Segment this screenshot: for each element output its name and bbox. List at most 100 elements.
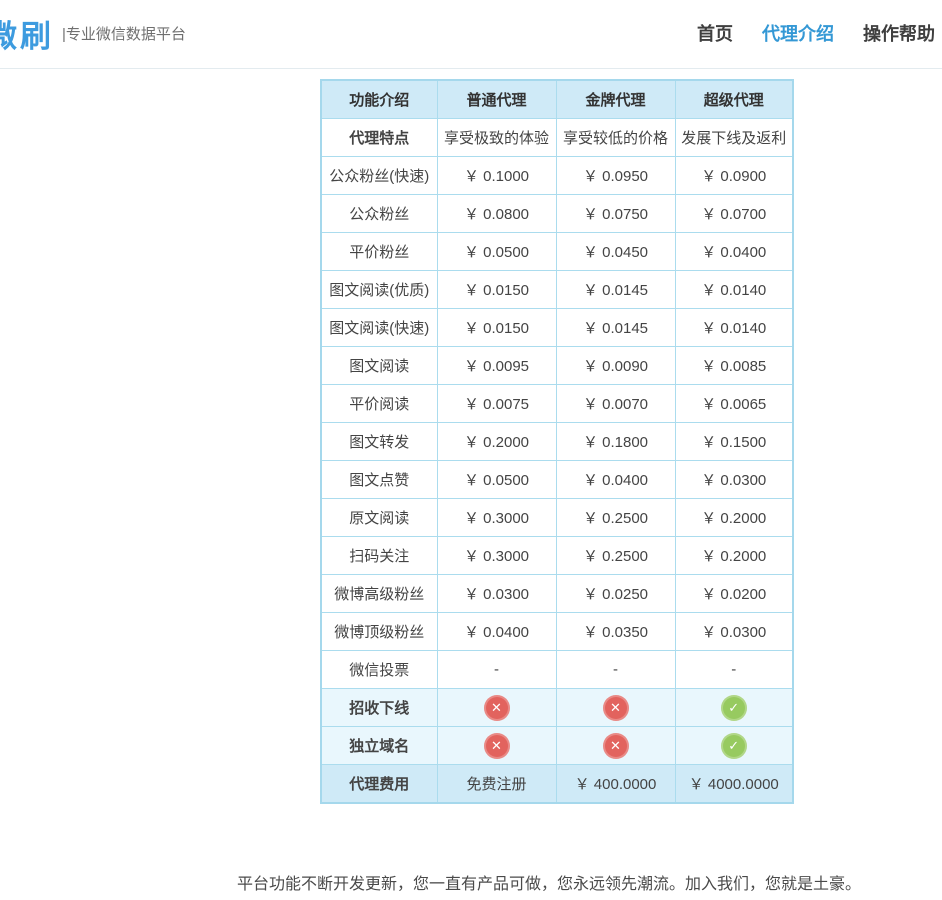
price-cell: ￥ 0.1500 [675, 423, 793, 461]
row-label-link[interactable]: 平价粉丝 [321, 233, 437, 271]
price-cell: - [437, 651, 556, 689]
footer-note: 平台功能不断开发更新，您一直有产品可做，您永远领先潮流。加入我们，您就是土豪。 [237, 870, 861, 894]
price-cell: ￥ 0.1000 [437, 157, 556, 195]
price-cell: ￥ 0.0090 [556, 347, 675, 385]
feature-cell: 享受极致的体验 [437, 119, 556, 157]
check-icon: ✓ [721, 695, 747, 721]
row-label-link[interactable]: 微博顶级粉丝 [321, 613, 437, 651]
feature-cell: 发展下线及返利 [675, 119, 793, 157]
status-cell: ✕ [556, 689, 675, 727]
column-header-normal-agent: 普通代理 [437, 80, 556, 119]
cross-icon: ✕ [484, 733, 510, 759]
price-cell: ￥ 0.0400 [437, 613, 556, 651]
price-cell: ￥ 0.0065 [675, 385, 793, 423]
price-cell: ￥ 0.0350 [556, 613, 675, 651]
row-label: 独立域名 [321, 727, 437, 765]
cross-icon: ✕ [484, 695, 510, 721]
status-cell: ✕ [556, 727, 675, 765]
row-label-link[interactable]: 公众粉丝(快速) [321, 157, 437, 195]
price-cell: ￥ 0.3000 [437, 537, 556, 575]
price-cell: ￥ 0.2000 [437, 423, 556, 461]
row-label-link[interactable]: 扫码关注 [321, 537, 437, 575]
price-cell: ￥ 0.2000 [675, 537, 793, 575]
table-row: 图文阅读(快速)￥ 0.0150￥ 0.0145￥ 0.0140 [321, 309, 793, 347]
check-icon: ✓ [721, 733, 747, 759]
nav-item-home[interactable]: 首页 [697, 20, 733, 46]
site-tagline: |专业微信数据平台 [62, 23, 186, 44]
column-header-gold-agent: 金牌代理 [556, 80, 675, 119]
table-row-agent-features: 代理特点享受极致的体验享受较低的价格发展下线及返利 [321, 119, 793, 157]
price-cell: ￥ 0.0400 [675, 233, 793, 271]
price-cell: ￥ 0.0200 [675, 575, 793, 613]
cross-icon: ✕ [603, 733, 629, 759]
price-cell: ￥ 0.0140 [675, 271, 793, 309]
price-cell: ￥ 0.0400 [556, 461, 675, 499]
table-row: 公众粉丝(快速)￥ 0.1000￥ 0.0950￥ 0.0900 [321, 157, 793, 195]
status-cell: ✓ [675, 727, 793, 765]
row-label-link[interactable]: 公众粉丝 [321, 195, 437, 233]
table-row: 微信投票--- [321, 651, 793, 689]
table-row: 公众粉丝￥ 0.0800￥ 0.0750￥ 0.0700 [321, 195, 793, 233]
price-cell: ￥ 0.0500 [437, 233, 556, 271]
price-cell: ￥ 0.0950 [556, 157, 675, 195]
table-row: 原文阅读￥ 0.3000￥ 0.2500￥ 0.2000 [321, 499, 793, 537]
nav-item-help[interactable]: 操作帮助 [863, 20, 935, 46]
price-cell: ￥ 0.2500 [556, 537, 675, 575]
row-label-link[interactable]: 图文转发 [321, 423, 437, 461]
price-cell: ￥ 0.0085 [675, 347, 793, 385]
row-label: 代理特点 [321, 119, 437, 157]
table-row: 图文点赞￥ 0.0500￥ 0.0400￥ 0.0300 [321, 461, 793, 499]
row-label-link[interactable]: 原文阅读 [321, 499, 437, 537]
table-row: 平价阅读￥ 0.0075￥ 0.0070￥ 0.0065 [321, 385, 793, 423]
price-cell: ￥ 0.0145 [556, 309, 675, 347]
row-label-link[interactable]: 平价阅读 [321, 385, 437, 423]
price-cell: ￥ 0.0300 [675, 613, 793, 651]
table-row: 微博顶级粉丝￥ 0.0400￥ 0.0350￥ 0.0300 [321, 613, 793, 651]
main-nav: 首页 代理介绍 操作帮助 [697, 20, 935, 46]
price-cell: ￥ 0.0450 [556, 233, 675, 271]
row-label: 代理费用 [321, 765, 437, 804]
price-cell: ￥ 0.0095 [437, 347, 556, 385]
price-cell: ￥ 0.0140 [675, 309, 793, 347]
fee-cell: 免费注册 [437, 765, 556, 804]
site-logo[interactable]: 微刷 [0, 11, 54, 56]
table-row: 平价粉丝￥ 0.0500￥ 0.0450￥ 0.0400 [321, 233, 793, 271]
fee-cell: ￥ 4000.0000 [675, 765, 793, 804]
price-cell: ￥ 0.0075 [437, 385, 556, 423]
fee-cell: ￥ 400.0000 [556, 765, 675, 804]
status-cell: ✕ [437, 689, 556, 727]
status-cell: ✓ [675, 689, 793, 727]
price-cell: - [675, 651, 793, 689]
price-cell: - [556, 651, 675, 689]
price-cell: ￥ 0.2000 [675, 499, 793, 537]
row-label-link[interactable]: 图文阅读(优质) [321, 271, 437, 309]
page: 微刷 |专业微信数据平台 首页 代理介绍 操作帮助 功能介绍 普通代理 金牌代理… [0, 0, 942, 900]
price-cell: ￥ 0.0250 [556, 575, 675, 613]
table-row: 图文阅读￥ 0.0095￥ 0.0090￥ 0.0085 [321, 347, 793, 385]
row-label-link[interactable]: 微信投票 [321, 651, 437, 689]
site-header: 微刷 |专业微信数据平台 首页 代理介绍 操作帮助 [0, 0, 942, 69]
row-label: 招收下线 [321, 689, 437, 727]
table-row-agent-fee: 代理费用免费注册￥ 400.0000￥ 4000.0000 [321, 765, 793, 804]
table-row: 图文转发￥ 0.2000￥ 0.1800￥ 0.1500 [321, 423, 793, 461]
table-row: 图文阅读(优质)￥ 0.0150￥ 0.0145￥ 0.0140 [321, 271, 793, 309]
cross-icon: ✕ [603, 695, 629, 721]
price-cell: ￥ 0.0800 [437, 195, 556, 233]
price-cell: ￥ 0.0300 [675, 461, 793, 499]
table-row: 独立域名 ✕ ✕ ✓ [321, 727, 793, 765]
price-cell: ￥ 0.0150 [437, 271, 556, 309]
nav-item-agent-intro[interactable]: 代理介绍 [762, 20, 834, 46]
price-cell: ￥ 0.0700 [675, 195, 793, 233]
table-row: 扫码关注￥ 0.3000￥ 0.2500￥ 0.2000 [321, 537, 793, 575]
row-label-link[interactable]: 微博高级粉丝 [321, 575, 437, 613]
column-header-super-agent: 超级代理 [675, 80, 793, 119]
price-cell: ￥ 0.2500 [556, 499, 675, 537]
row-label-link[interactable]: 图文阅读 [321, 347, 437, 385]
status-cell: ✕ [437, 727, 556, 765]
feature-cell: 享受较低的价格 [556, 119, 675, 157]
row-label-link[interactable]: 图文点赞 [321, 461, 437, 499]
price-cell: ￥ 0.1800 [556, 423, 675, 461]
row-label-link[interactable]: 图文阅读(快速) [321, 309, 437, 347]
price-cell: ￥ 0.3000 [437, 499, 556, 537]
price-cell: ￥ 0.0750 [556, 195, 675, 233]
